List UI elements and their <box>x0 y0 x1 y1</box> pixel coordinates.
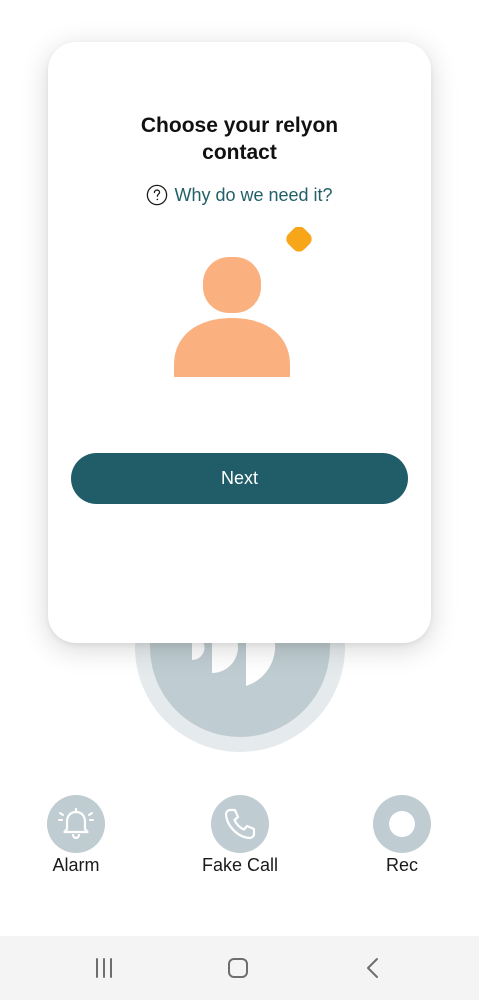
screen: Choose your relyon contact Why do we nee… <box>0 0 479 1000</box>
home-button[interactable] <box>218 952 258 984</box>
alarm-button[interactable] <box>47 795 105 853</box>
question-circle-icon <box>147 184 168 206</box>
alarm-action[interactable]: Alarm <box>21 795 131 876</box>
contact-card: Choose your relyon contact Why do we nee… <box>48 42 431 643</box>
fake-call-label: Fake Call <box>201 855 279 875</box>
alarm-label: Alarm <box>52 855 100 875</box>
rec-label: Rec <box>385 855 418 875</box>
rec-button[interactable] <box>373 795 431 853</box>
next-button[interactable]: Next <box>71 453 408 504</box>
bell-icon <box>58 807 94 840</box>
record-icon <box>389 811 415 837</box>
phone-icon <box>224 808 256 840</box>
back-button[interactable] <box>353 952 393 984</box>
card-title-line: Choose your relyon contact <box>140 114 339 164</box>
fake-call-button[interactable] <box>211 795 269 853</box>
home-icon <box>228 958 248 978</box>
help-row[interactable]: Why do we need it? <box>48 184 431 206</box>
card-title: Choose your relyon contact <box>48 112 431 166</box>
back-icon <box>367 958 378 978</box>
rec-action[interactable]: Rec <box>347 795 457 876</box>
contact-avatar-icon <box>174 227 312 377</box>
why-need-it-link[interactable]: Why do we need it? <box>174 185 332 206</box>
system-nav-bar <box>0 936 479 1000</box>
fake-call-action[interactable]: Fake Call <box>185 795 295 876</box>
recents-button[interactable] <box>84 952 124 984</box>
recents-icon <box>96 958 112 978</box>
